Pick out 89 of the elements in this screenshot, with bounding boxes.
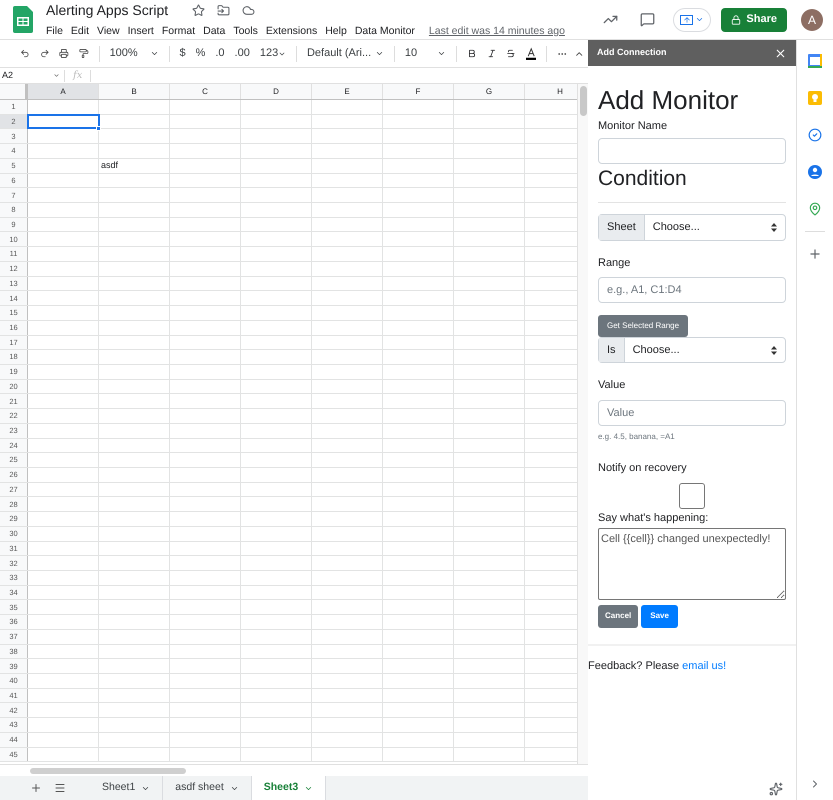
menu-item[interactable]: Data xyxy=(203,24,226,40)
monitor-name-field[interactable] xyxy=(598,138,786,164)
cancel-button[interactable]: Cancel xyxy=(598,604,638,628)
list-icon xyxy=(54,782,66,794)
folder-icon[interactable] xyxy=(217,4,230,17)
column-header[interactable]: A xyxy=(28,84,99,99)
menu-item[interactable]: File xyxy=(46,24,63,40)
font-size-dropdown[interactable]: 10 xyxy=(400,42,450,66)
function-label: fx xyxy=(72,69,84,83)
column-header[interactable]: C xyxy=(170,84,241,99)
currency-button[interactable]: $ xyxy=(175,42,190,66)
up-down-arrows-icon xyxy=(771,346,777,354)
get-selected-range-button[interactable]: Get Selected Range xyxy=(598,315,688,337)
condition-select[interactable]: Is Choose... xyxy=(598,337,786,363)
name-box[interactable]: A2 xyxy=(0,68,64,82)
subheading: Condition xyxy=(598,166,688,192)
spreadsheet-logo-icon[interactable] xyxy=(13,6,33,33)
column-header[interactable]: F xyxy=(383,84,454,99)
caret-icon xyxy=(695,15,704,24)
cloud-icon[interactable] xyxy=(242,4,256,17)
heading: Add Monitor xyxy=(598,84,740,116)
text-color-icon[interactable] xyxy=(526,46,536,62)
sheet-select[interactable]: Sheet Choose... xyxy=(598,214,786,240)
check-circle-icon[interactable] xyxy=(808,128,822,142)
notify-checkbox[interactable] xyxy=(679,483,705,509)
decrease-decimals-button[interactable]: .0 xyxy=(211,42,229,66)
explore-icon[interactable] xyxy=(769,782,783,796)
undo-icon[interactable] xyxy=(20,47,30,60)
field-label: Monitor Name xyxy=(598,119,668,134)
increase-decimals-button[interactable]: .00 xyxy=(230,42,254,66)
map-pin-icon[interactable] xyxy=(808,202,822,216)
menu-item[interactable]: Data Monitor xyxy=(354,24,415,40)
more-formats-button[interactable]: 123 xyxy=(256,42,290,66)
horizontal-scrollbar[interactable] xyxy=(30,768,186,774)
font-dropdown[interactable]: Default (Ari... xyxy=(302,42,388,66)
help-text: e.g. 4.5, banana, =A1 xyxy=(598,430,676,442)
document-title[interactable]: Alerting Apps Script xyxy=(46,0,168,21)
redo-icon[interactable] xyxy=(40,47,50,60)
menu-item[interactable]: Extensions xyxy=(266,24,318,40)
menu-item[interactable]: Insert xyxy=(128,24,154,40)
print-icon[interactable] xyxy=(59,47,70,60)
share-button[interactable]: Share xyxy=(721,8,787,32)
up-down-arrows-icon xyxy=(771,222,777,232)
field-label: Say what's happening: xyxy=(598,511,710,526)
sheet-tab[interactable]: Sheet1 xyxy=(90,776,164,800)
add-icon[interactable] xyxy=(808,247,822,261)
message-field[interactable]: Cell {{cell}} changed unexpectedly! xyxy=(598,528,786,600)
fill-handle[interactable] xyxy=(96,126,101,132)
sheet-tab[interactable]: Sheet3 xyxy=(252,776,326,800)
comment-icon[interactable] xyxy=(640,12,656,27)
calendar-icon[interactable] xyxy=(808,54,822,68)
plus-icon xyxy=(30,782,42,794)
field-label: Range xyxy=(598,256,632,270)
bold-icon[interactable] xyxy=(466,47,477,60)
paint-format-icon[interactable] xyxy=(79,47,89,60)
lightbulb-icon[interactable] xyxy=(808,91,822,105)
upload-icon xyxy=(682,16,691,24)
star-icon[interactable] xyxy=(192,4,206,17)
save-button[interactable]: Save xyxy=(641,604,678,628)
menu-item[interactable]: Format xyxy=(162,24,196,40)
caret-icon xyxy=(150,49,159,58)
field-label: Notify on recovery xyxy=(598,460,688,476)
strikethrough-icon[interactable] xyxy=(506,47,516,60)
close-icon[interactable] xyxy=(774,46,787,60)
field-label: Value xyxy=(598,378,626,393)
caret-icon xyxy=(375,49,384,58)
column-header[interactable]: G xyxy=(454,84,525,99)
zoom-dropdown[interactable]: 100% xyxy=(106,42,163,66)
present-button[interactable] xyxy=(673,8,712,32)
range-field[interactable]: e.g., A1, C1:D4 xyxy=(598,277,786,303)
last-edit-link[interactable]: Last edit was 14 minutes ago xyxy=(428,24,565,40)
menu-item[interactable]: Help xyxy=(325,24,347,40)
column-header[interactable]: E xyxy=(312,84,383,99)
feedback-text: Feedback? Please email us! xyxy=(588,658,728,674)
menu-item[interactable]: Edit xyxy=(70,24,90,40)
lock-icon xyxy=(731,14,742,24)
menu-item[interactable]: Tools xyxy=(233,24,258,40)
email-link[interactable]: email us! xyxy=(682,660,726,672)
caret-icon xyxy=(437,49,446,58)
value-field[interactable]: Value xyxy=(598,400,786,426)
panel-title: Add Connection xyxy=(597,46,666,60)
column-header[interactable]: D xyxy=(241,84,312,99)
column-header[interactable]: B xyxy=(99,84,170,99)
percent-button[interactable]: % xyxy=(192,42,210,66)
avatar[interactable]: A xyxy=(801,8,823,30)
menu-item[interactable]: View xyxy=(97,24,120,40)
person-icon[interactable] xyxy=(808,165,822,179)
italic-icon[interactable] xyxy=(486,47,496,60)
spreadsheet-cell[interactable]: asdf xyxy=(99,158,170,173)
